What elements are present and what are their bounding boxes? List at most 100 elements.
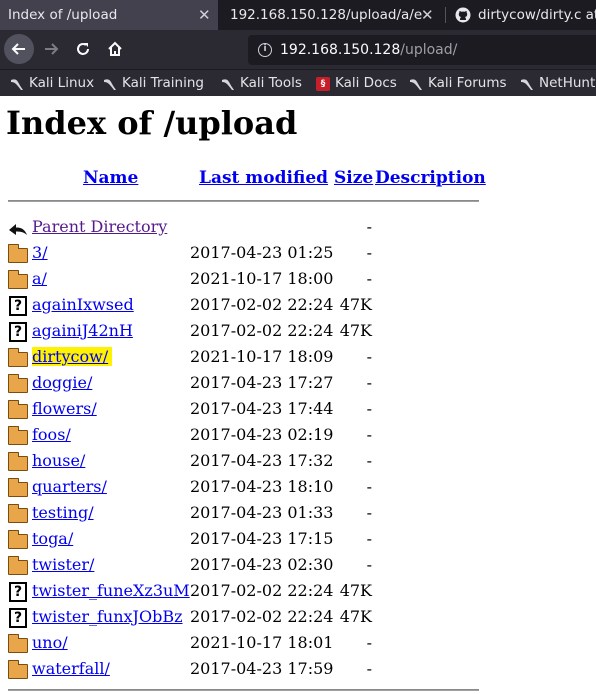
folder-link[interactable]: 3/ bbox=[32, 243, 48, 262]
folder-link[interactable]: doggie/ bbox=[32, 373, 92, 392]
folder-link[interactable]: dirtycow/ bbox=[32, 347, 113, 366]
reload-icon bbox=[77, 43, 89, 55]
sort-by-name-link[interactable]: Name bbox=[83, 168, 138, 188]
folder-shape bbox=[8, 348, 28, 367]
folder-shape bbox=[8, 374, 28, 393]
folder-icon bbox=[8, 426, 28, 445]
navigation-toolbar: i 192.168.150.128/upload/ bbox=[0, 30, 596, 69]
last-modified-cell: 2017-02-02 22:24 bbox=[190, 581, 334, 600]
kali-dragon-icon bbox=[11, 79, 23, 90]
size-cell: - bbox=[366, 529, 372, 548]
file-link[interactable]: twister_funxJObBz bbox=[32, 607, 183, 626]
kali-dragon-icon bbox=[410, 79, 422, 90]
folder-icon bbox=[8, 504, 28, 523]
bookmark-label: Kali Docs bbox=[335, 75, 397, 91]
header-divider bbox=[8, 200, 479, 202]
question-mark-glyph: ? bbox=[9, 322, 27, 342]
last-modified-cell: 2017-02-02 22:24 bbox=[190, 321, 334, 340]
folder-icon bbox=[8, 244, 28, 263]
folder-shape bbox=[8, 530, 28, 549]
last-modified-cell: 2017-04-23 17:15 bbox=[190, 529, 334, 548]
arrow-left-icon bbox=[11, 43, 25, 55]
kali-docs-icon: § bbox=[316, 77, 330, 91]
folder-link[interactable]: flowers/ bbox=[32, 399, 97, 418]
unknown-file-icon: ? bbox=[8, 322, 28, 342]
folder-icon bbox=[8, 478, 28, 497]
sort-by-last-modified-link[interactable]: Last modified bbox=[199, 168, 328, 188]
folder-shape bbox=[8, 426, 28, 445]
size-cell: - bbox=[366, 555, 372, 574]
table-row: 3/2017-04-23 01:25 - bbox=[0, 240, 596, 266]
table-row: toga/2017-04-23 17:15 - bbox=[0, 526, 596, 552]
size-cell: - bbox=[366, 269, 372, 288]
page-title: Index of /upload bbox=[6, 104, 298, 142]
folder-link[interactable]: twister/ bbox=[32, 555, 94, 574]
last-modified-cell: 2017-02-02 22:24 bbox=[190, 607, 334, 626]
question-mark-glyph: ? bbox=[9, 296, 27, 316]
folder-link[interactable]: testing/ bbox=[32, 503, 94, 522]
reload-button[interactable] bbox=[68, 34, 98, 64]
folder-shape bbox=[8, 478, 28, 497]
table-row: waterfall/2017-04-23 17:59 - bbox=[0, 656, 596, 682]
last-modified-cell: 2021-10-17 18:09 bbox=[190, 347, 334, 366]
parent-directory-link[interactable]: Parent Directory bbox=[32, 217, 167, 236]
kali-dragon-icon bbox=[521, 79, 533, 90]
home-button[interactable] bbox=[100, 34, 130, 64]
size-cell: 47K bbox=[339, 607, 372, 626]
table-row: house/2017-04-23 17:32 - bbox=[0, 448, 596, 474]
table-row: foos/2017-04-23 02:19 - bbox=[0, 422, 596, 448]
size-cell: - bbox=[366, 373, 372, 392]
size-cell: - bbox=[366, 399, 372, 418]
folder-icon bbox=[8, 452, 28, 471]
sort-by-description-link[interactable]: Description bbox=[375, 168, 486, 188]
folder-link[interactable]: waterfall/ bbox=[32, 659, 110, 678]
folder-link[interactable]: foos/ bbox=[32, 425, 71, 444]
folder-icon bbox=[8, 530, 28, 549]
site-info-icon[interactable]: i bbox=[258, 43, 272, 57]
folder-shape bbox=[8, 244, 28, 263]
last-modified-cell: 2017-04-23 17:44 bbox=[190, 399, 334, 418]
file-link[interactable]: againIxwsed bbox=[32, 295, 134, 314]
tab-dirtycow-github[interactable]: dirtycow/dirty.c at bbox=[446, 0, 596, 30]
size-cell: - bbox=[366, 217, 372, 236]
forward-button[interactable] bbox=[36, 34, 66, 64]
back-button[interactable] bbox=[4, 34, 34, 64]
folder-shape bbox=[8, 660, 28, 679]
home-icon bbox=[108, 41, 122, 56]
folder-link[interactable]: a/ bbox=[32, 269, 47, 288]
folder-shape bbox=[8, 270, 28, 289]
table-row: ? againIxwsed 2017-02-02 22:24 47K bbox=[0, 292, 596, 318]
folder-icon bbox=[8, 348, 28, 367]
last-modified-cell: 2017-04-23 01:33 bbox=[190, 503, 334, 522]
folder-link[interactable]: quarters/ bbox=[32, 477, 107, 496]
last-modified-cell: 2017-04-23 18:10 bbox=[190, 477, 334, 496]
folder-link[interactable]: toga/ bbox=[32, 529, 73, 548]
file-link[interactable]: againiJ42nH bbox=[32, 321, 133, 340]
folder-icon bbox=[8, 556, 28, 575]
table-row: doggie/2017-04-23 17:27 - bbox=[0, 370, 596, 396]
close-icon[interactable]: ✕ bbox=[198, 0, 211, 30]
last-modified-cell: 2021-10-17 18:00 bbox=[190, 269, 334, 288]
table-row: testing/2017-04-23 01:33 - bbox=[0, 500, 596, 526]
table-row: quarters/2017-04-23 18:10 - bbox=[0, 474, 596, 500]
kali-dragon-icon bbox=[104, 79, 116, 90]
tab-upload-a[interactable]: 192.168.150.128/upload/a/e ✕ bbox=[219, 0, 445, 30]
back-arrow-icon bbox=[8, 218, 28, 237]
file-link[interactable]: twister_funeXz3uM bbox=[32, 581, 190, 600]
folder-link[interactable]: house/ bbox=[32, 451, 85, 470]
address-bar[interactable]: i 192.168.150.128/upload/ bbox=[248, 35, 596, 65]
folder-icon bbox=[8, 400, 28, 419]
close-icon[interactable]: ✕ bbox=[421, 0, 434, 30]
size-cell: - bbox=[366, 477, 372, 496]
table-row: twister/2017-04-23 02:30 - bbox=[0, 552, 596, 578]
folder-shape bbox=[8, 504, 28, 523]
size-cell: 47K bbox=[339, 321, 372, 340]
sort-by-size-link[interactable]: Size bbox=[334, 168, 373, 188]
last-modified-cell: 2017-04-23 02:30 bbox=[190, 555, 334, 574]
folder-link[interactable]: uno/ bbox=[32, 633, 68, 652]
github-icon bbox=[455, 7, 471, 23]
table-row: Parent Directory - bbox=[0, 214, 596, 240]
question-mark-glyph: ? bbox=[9, 582, 27, 602]
tab-index-upload[interactable]: Index of /upload ✕ bbox=[0, 0, 218, 30]
folder-shape bbox=[8, 556, 28, 575]
